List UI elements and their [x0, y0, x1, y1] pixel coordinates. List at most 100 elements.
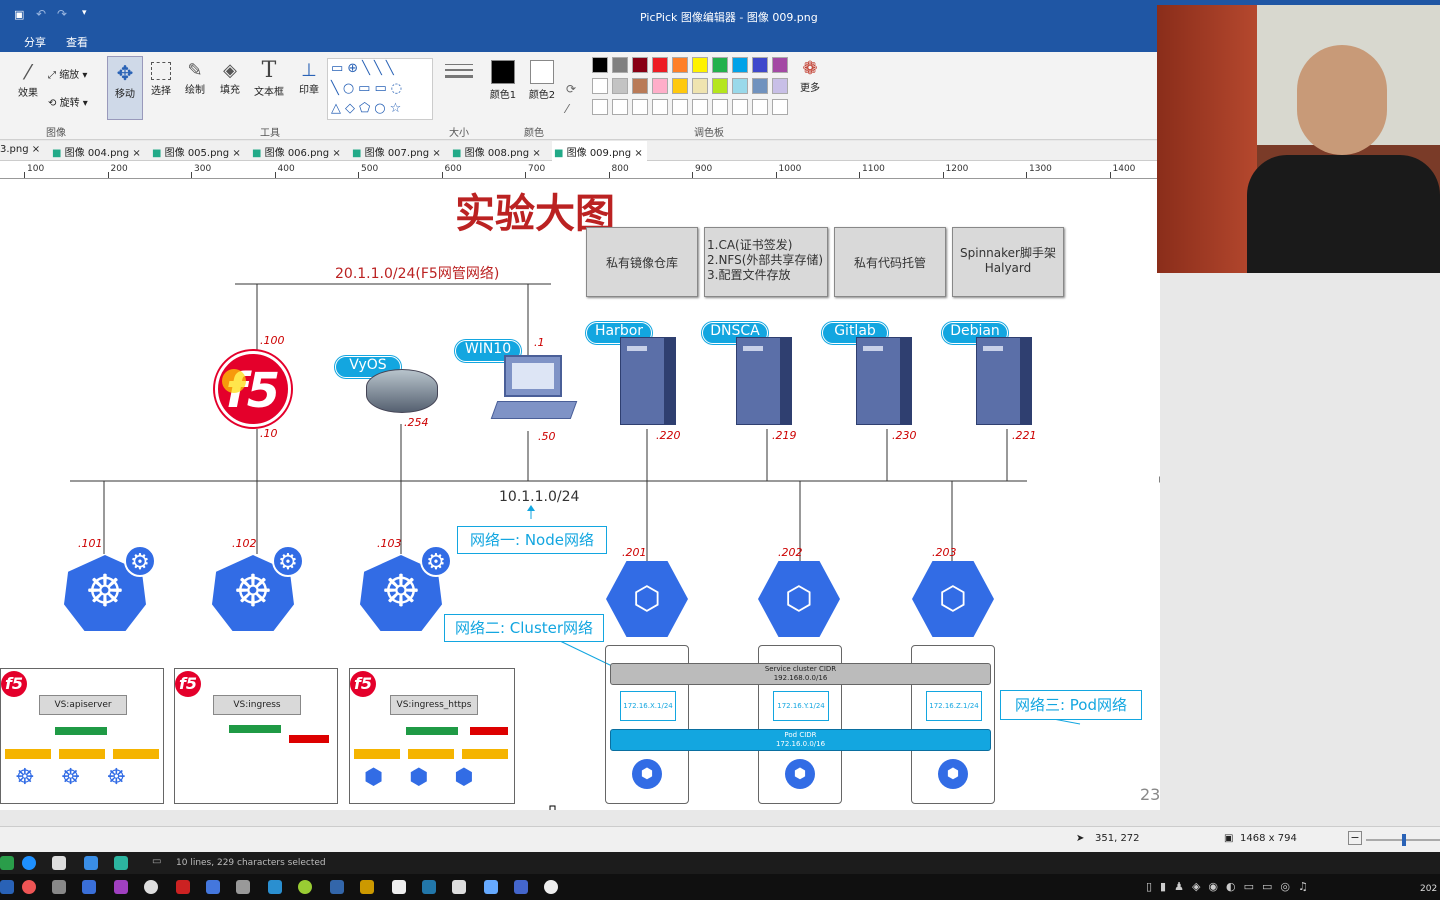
mail-icon[interactable] [84, 856, 98, 870]
app-icon[interactable] [360, 880, 374, 894]
palette-swatch[interactable] [672, 57, 688, 73]
palette-swatch-empty[interactable] [612, 99, 628, 115]
palette-swatch-empty[interactable] [772, 99, 788, 115]
palette-swatch-empty[interactable] [732, 99, 748, 115]
palette-swatch[interactable] [692, 78, 708, 94]
app-l-icon[interactable] [114, 856, 128, 870]
save-icon[interactable]: ▣ [14, 8, 24, 21]
palette-swatch[interactable] [732, 57, 748, 73]
quick-access-dropdown-icon[interactable]: ▾ [82, 8, 87, 18]
shapes-gallery[interactable]: ▭⊕╲╲╲ ╲○▭▭◌ △◇⬠○☆ [327, 58, 433, 120]
palette-swatch-empty[interactable] [712, 99, 728, 115]
zoom-out-button[interactable]: − [1348, 831, 1362, 845]
close-icon[interactable]: × [332, 148, 340, 159]
palette-swatch[interactable] [592, 57, 608, 73]
app-icon[interactable] [236, 880, 250, 894]
app-icon[interactable] [22, 880, 36, 894]
tray-icons[interactable]: ▯▮♟◈◉◐▭▭◎♫ [1146, 880, 1316, 893]
move-button[interactable]: ✥ 移动 [107, 56, 143, 120]
doc-tab[interactable]: 3.png × [0, 144, 40, 155]
palette-swatch-empty[interactable] [752, 99, 768, 115]
palette-swatch[interactable] [772, 78, 788, 94]
tab-view[interactable]: 查看 [66, 34, 88, 50]
color2-swatch [530, 60, 554, 84]
ruler-tick [191, 172, 192, 178]
stamp-button[interactable]: ⊥ 印章 [292, 60, 326, 96]
app-icon[interactable] [82, 880, 96, 894]
color-palette[interactable] [592, 57, 792, 121]
app-icon[interactable] [544, 880, 558, 894]
app-icon[interactable] [206, 880, 220, 894]
app-icon[interactable] [452, 880, 466, 894]
undo-icon[interactable]: ↶ [36, 7, 46, 21]
palette-swatch-empty[interactable] [672, 99, 688, 115]
line-size-icon[interactable] [445, 62, 473, 92]
palette-swatch[interactable] [752, 78, 768, 94]
palette-swatch-empty[interactable] [652, 99, 668, 115]
textbox-button[interactable]: T 文本框 [250, 58, 288, 98]
zoom-slider-thumb[interactable] [1402, 834, 1406, 846]
doc-tab[interactable]: ■ 图像 005.png × [152, 144, 241, 159]
palette-swatch[interactable] [612, 57, 628, 73]
store-icon[interactable] [52, 856, 66, 870]
app-icon[interactable] [0, 856, 14, 870]
app-icon[interactable] [298, 880, 312, 894]
app-icon[interactable] [392, 880, 406, 894]
palette-swatch[interactable] [732, 78, 748, 94]
doc-tab[interactable]: ■ 图像 007.png × [352, 144, 441, 159]
palette-swatch-empty[interactable] [692, 99, 708, 115]
eyedropper-icon[interactable]: ⁄ [566, 102, 568, 116]
palette-swatch[interactable] [692, 57, 708, 73]
redo-icon[interactable]: ↷ [57, 7, 67, 21]
select-button[interactable]: 选择 [146, 60, 176, 97]
doc-tab[interactable]: ■ 图像 006.png × [252, 144, 341, 159]
palette-swatch[interactable] [712, 57, 728, 73]
palette-swatch[interactable] [632, 78, 648, 94]
edge-icon[interactable] [22, 856, 36, 870]
app-icon[interactable] [330, 880, 344, 894]
close-icon[interactable]: × [634, 148, 642, 159]
app-icon[interactable] [176, 880, 190, 894]
more-colors-button[interactable]: ❁ 更多 [796, 58, 824, 94]
rotate-button[interactable]: ⟲ 旋转 ▾ [48, 94, 98, 109]
server-icon [856, 337, 912, 425]
swap-colors-icon[interactable]: ⟳ [566, 82, 576, 96]
start-icon[interactable] [0, 880, 14, 894]
palette-swatch[interactable] [752, 57, 768, 73]
palette-swatch[interactable] [672, 78, 688, 94]
close-icon[interactable]: × [432, 148, 440, 159]
palette-swatch[interactable] [632, 57, 648, 73]
app-icon[interactable] [144, 880, 158, 894]
doc-tab[interactable]: ■ 图像 004.png × [52, 144, 141, 159]
fill-button[interactable]: ◈ 填充 [215, 60, 245, 96]
palette-swatch-empty[interactable] [632, 99, 648, 115]
app-icon[interactable] [52, 880, 66, 894]
doc-tab[interactable]: ■ 图像 008.png × [452, 144, 541, 159]
palette-swatch[interactable] [772, 57, 788, 73]
close-icon[interactable]: × [132, 148, 140, 159]
ruler-label: 700 [528, 164, 546, 174]
color1-button[interactable]: 颜色1 [486, 58, 520, 101]
zoom-button[interactable]: ⤢ 缩放 ▾ [48, 66, 98, 81]
draw-button[interactable]: ✎ 绘制 [180, 60, 210, 96]
color2-button[interactable]: 颜色2 [525, 58, 559, 101]
doc-tab-active[interactable]: ■ 图像 009.png × [552, 141, 647, 161]
palette-swatch[interactable] [652, 57, 668, 73]
close-icon[interactable]: × [232, 148, 240, 159]
palette-swatch[interactable] [652, 78, 668, 94]
close-icon[interactable]: × [532, 148, 540, 159]
palette-swatch[interactable] [612, 78, 628, 94]
app-icon[interactable] [514, 880, 528, 894]
effect-button[interactable]: ⁄ 效果 [10, 60, 46, 99]
image-canvas[interactable]: 实验大图 20.1.1.0/24(F5网管网络) 私有镜像仓库 1.CA(证书签… [0, 179, 1160, 810]
app-icon[interactable] [422, 880, 436, 894]
app-icon[interactable] [484, 880, 498, 894]
close-icon[interactable]: × [32, 144, 40, 155]
palette-swatch[interactable] [592, 78, 608, 94]
app-icon[interactable] [114, 880, 128, 894]
app-icon[interactable] [268, 880, 282, 894]
tab-share[interactable]: 分享 [24, 34, 46, 50]
palette-swatch-empty[interactable] [592, 99, 608, 115]
canvas-background [1160, 273, 1440, 810]
palette-swatch[interactable] [712, 78, 728, 94]
